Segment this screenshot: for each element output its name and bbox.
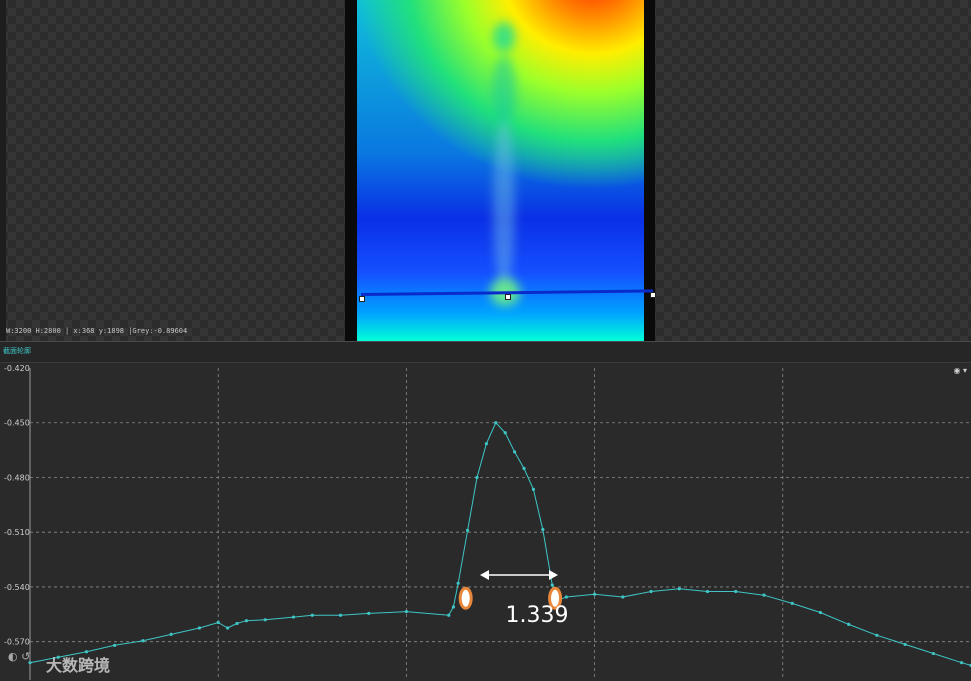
curve-point xyxy=(475,475,479,480)
y-tick-label: -0.510 xyxy=(4,528,30,537)
curve-point xyxy=(197,626,201,630)
curve-point xyxy=(705,589,710,594)
curve-point xyxy=(503,431,507,435)
curve-point xyxy=(875,633,879,637)
curve-point xyxy=(456,581,460,585)
curve-point xyxy=(169,632,173,636)
curve-point xyxy=(818,610,823,615)
curve-point xyxy=(593,592,597,596)
profile-curve xyxy=(29,421,971,666)
curve-point xyxy=(216,620,220,625)
curve-point xyxy=(451,605,456,609)
curve-point xyxy=(734,589,738,594)
y-tick-label: -0.540 xyxy=(4,583,30,592)
curve-point xyxy=(404,609,408,614)
curve-point xyxy=(847,622,851,626)
curve-point xyxy=(244,619,249,623)
curve-point xyxy=(338,613,343,617)
profile-chart: -0.420 -0.450 -0.480 -0.510 -0.540 -0.570 1.3… xyxy=(4,364,971,680)
curve-point xyxy=(550,583,554,587)
edge-marker xyxy=(458,586,473,610)
curve-point xyxy=(541,527,545,532)
curve-point xyxy=(465,528,470,532)
watermark: 大数跨境 xyxy=(8,652,110,676)
curve-point xyxy=(367,611,371,616)
width-arrow-head-right xyxy=(549,570,558,580)
curve-point xyxy=(564,595,568,599)
y-tick-label: -0.480 xyxy=(4,473,30,482)
width-arrow-head-left xyxy=(480,570,489,580)
y-tick-label: -0.450 xyxy=(4,419,30,428)
curve-point xyxy=(677,587,681,591)
curve-point xyxy=(494,421,498,425)
curve-point xyxy=(931,651,935,656)
curve-point xyxy=(141,639,145,643)
curve-point xyxy=(447,613,451,617)
curve-point xyxy=(522,466,526,470)
curve-point xyxy=(621,595,625,599)
curve-point xyxy=(959,661,964,665)
y-tick-label: -0.570 xyxy=(4,638,30,647)
curve-point xyxy=(263,618,267,622)
curve-point xyxy=(235,621,239,626)
curve-point xyxy=(762,593,766,597)
width-label: 1.339 xyxy=(506,603,569,628)
curve-point xyxy=(649,589,653,594)
curve-point xyxy=(513,450,517,454)
watermark-text: 大数跨境 xyxy=(46,656,111,675)
curve-point xyxy=(790,601,794,605)
y-tick-label: -0.420 xyxy=(4,364,30,373)
curve-point xyxy=(484,442,488,446)
curve-point xyxy=(226,626,230,630)
curve-point xyxy=(903,642,907,647)
curve-point xyxy=(291,615,296,619)
curve-point xyxy=(113,643,117,647)
curve-point xyxy=(310,613,314,617)
curve-point xyxy=(531,487,536,491)
